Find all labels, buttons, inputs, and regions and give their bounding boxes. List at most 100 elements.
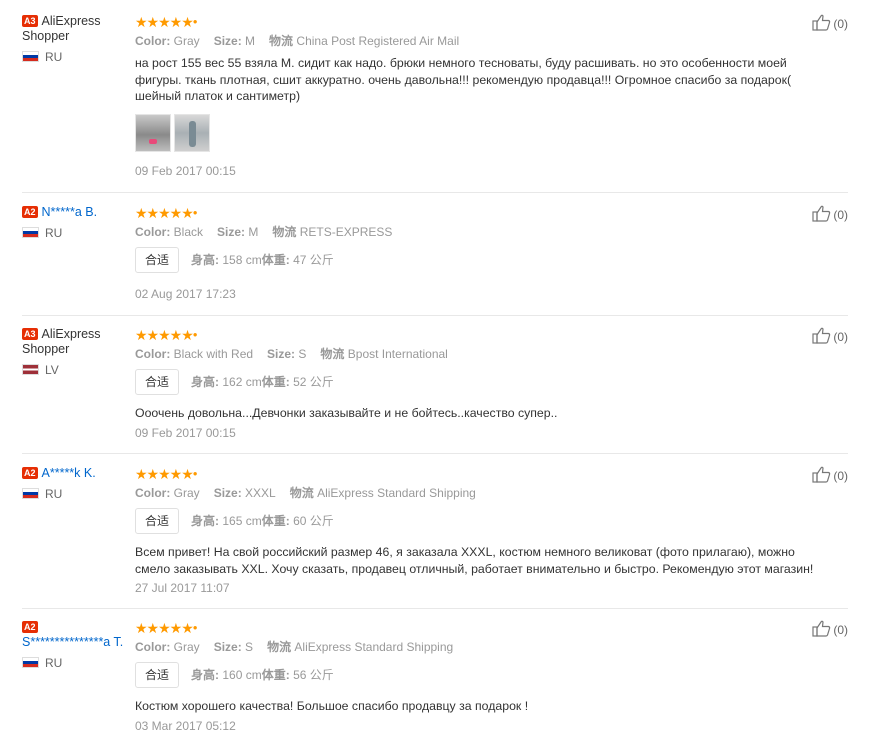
helpful-count: (0): [833, 17, 848, 31]
color-label: Color:: [135, 640, 171, 654]
review-item: A2 A*****k K. RU ★★★★★● Color: Gray Size: …: [22, 466, 848, 609]
helpful-button[interactable]: (0): [812, 205, 848, 223]
reviewer-name-text[interactable]: A*****k K.: [42, 466, 96, 480]
order-attributes: Color: Black Size: M 物流 RETS-EXPRESS: [135, 225, 825, 240]
country-code: RU: [45, 226, 63, 240]
fit-info: 合适 身高: 158 cm体重: 47 公斤: [135, 247, 825, 273]
review-body: ★★★★★● Color: Gray Size: M 物流 China Post R…: [135, 14, 825, 178]
height-value: 165 cm: [222, 514, 262, 528]
review-date: 09 Feb 2017 00:15: [135, 163, 236, 178]
country-code: LV: [45, 363, 59, 377]
thumbs-up-icon: [812, 205, 831, 222]
weight-value: 56 公斤: [293, 668, 334, 682]
color-value: Black: [173, 225, 204, 239]
weight-label: 体重:: [261, 253, 290, 267]
reviewer-name-text[interactable]: N*****a B.: [42, 205, 98, 219]
color-label: Color:: [135, 225, 171, 239]
helpful-count: (0): [833, 330, 848, 344]
reviewer-info: A2 A*****k K. RU: [22, 466, 134, 501]
shipping-label: 物流: [267, 640, 292, 654]
size-label: Size:: [217, 225, 246, 239]
country-code: RU: [45, 656, 63, 670]
review-date: 27 Jul 2017 11:07: [135, 581, 230, 595]
reviewer-name[interactable]: A2 N*****a B.: [22, 205, 134, 220]
russia-flag-icon: [22, 488, 39, 499]
fit-tag: 合适: [135, 662, 180, 688]
shipping-value: Bpost International: [347, 347, 448, 361]
order-attributes: Color: Gray Size: M 物流 China Post Register…: [135, 34, 825, 49]
fit-info: 合适 身高: 165 cm体重: 60 公斤: [135, 508, 825, 534]
reviewer-name[interactable]: A2 S***************a T.: [22, 620, 134, 650]
height-value: 158 cm: [222, 253, 262, 267]
reviewer-info: A3 AliExpress Shopper RU: [22, 14, 134, 64]
reviewer-country: RU: [22, 50, 134, 64]
height-label: 身高:: [191, 668, 220, 682]
review-body: ★★★★★● Color: Gray Size: S 物流 AliExpress S…: [135, 620, 825, 733]
size-label: Size:: [213, 640, 242, 654]
five-star-rating: ★★★★★●: [135, 466, 198, 482]
fit-info: 合适 身高: 162 cm体重: 52 公斤: [135, 369, 825, 395]
weight-value: 60 公斤: [293, 514, 334, 528]
review-photo-thumbnail[interactable]: [174, 113, 210, 152]
review-body: ★★★★★● Color: Black Size: M 物流 RETS-EXPRES…: [135, 205, 825, 301]
helpful-count: (0): [833, 623, 848, 637]
weight-label: 体重:: [261, 514, 290, 528]
color-value: Black with Red: [173, 347, 254, 361]
reviewer-name-text[interactable]: S***************a T.: [22, 635, 123, 649]
size-value: XXXL: [245, 486, 276, 500]
weight-label: 体重:: [261, 375, 290, 389]
five-star-rating: ★★★★★●: [135, 205, 198, 221]
review-photos: [135, 113, 825, 154]
color-label: Color:: [135, 347, 171, 361]
size-label: Size:: [213, 34, 242, 48]
review-item: A2 N*****a B. RU ★★★★★● Color: Black Size:…: [22, 205, 848, 316]
thumbs-up-icon: [812, 14, 831, 31]
size-value: S: [298, 347, 307, 361]
helpful-button[interactable]: (0): [812, 466, 848, 484]
review-date: 03 Mar 2017 05:12: [135, 718, 236, 733]
color-label: Color:: [135, 486, 171, 500]
fit-tag: 合适: [135, 369, 180, 395]
height-label: 身高:: [191, 253, 220, 267]
review-photo-thumbnail[interactable]: [135, 113, 171, 152]
helpful-button[interactable]: (0): [812, 327, 848, 345]
buyer-level-badge: A3: [22, 15, 38, 27]
five-star-rating: ★★★★★●: [135, 14, 198, 30]
buyer-level-badge: A2: [22, 467, 38, 479]
thumbs-up-icon: [812, 466, 831, 483]
color-value: Gray: [173, 486, 200, 500]
five-star-rating: ★★★★★●: [135, 620, 198, 636]
helpful-button[interactable]: (0): [812, 620, 848, 638]
shipping-label: 物流: [289, 486, 314, 500]
reviewer-name: A3 AliExpress Shopper: [22, 14, 134, 44]
color-value: Gray: [173, 34, 200, 48]
weight-value: 47 公斤: [293, 253, 334, 267]
review-body: ★★★★★● Color: Black with Red Size: S 物流 Bp…: [135, 327, 825, 440]
weight-label: 体重:: [261, 668, 290, 682]
thumbs-up-icon: [812, 620, 831, 637]
reviewer-country: LV: [22, 363, 134, 377]
country-code: RU: [45, 50, 63, 64]
buyer-level-badge: A2: [22, 206, 38, 218]
shipping-value: RETS-EXPRESS: [299, 225, 393, 239]
size-value: S: [245, 640, 254, 654]
reviewer-name[interactable]: A2 A*****k K.: [22, 466, 134, 481]
buyer-level-badge: A2: [22, 621, 38, 633]
helpful-button[interactable]: (0): [812, 14, 848, 32]
height-label: 身高:: [191, 375, 220, 389]
review-text: Костюм хорошего качества! Большое спасиб…: [135, 699, 529, 713]
review-date: 09 Feb 2017 00:15: [135, 425, 236, 440]
size-label: Size:: [213, 486, 242, 500]
helpful-count: (0): [833, 469, 848, 483]
size-value: M: [248, 225, 259, 239]
fit-info: 合适 身高: 160 cm体重: 56 公斤: [135, 662, 825, 688]
review-body: ★★★★★● Color: Gray Size: XXXL 物流 AliExpres…: [135, 466, 825, 595]
review-text: Всем привет! На свой российский размер 4…: [135, 545, 814, 576]
order-attributes: Color: Gray Size: S 物流 AliExpress Standard…: [135, 640, 825, 655]
russia-flag-icon: [22, 227, 39, 238]
russia-flag-icon: [22, 657, 39, 668]
helpful-count: (0): [833, 208, 848, 222]
russia-flag-icon: [22, 51, 39, 62]
shipping-value: AliExpress Standard Shipping: [294, 640, 454, 654]
shipping-value: AliExpress Standard Shipping: [317, 486, 476, 500]
